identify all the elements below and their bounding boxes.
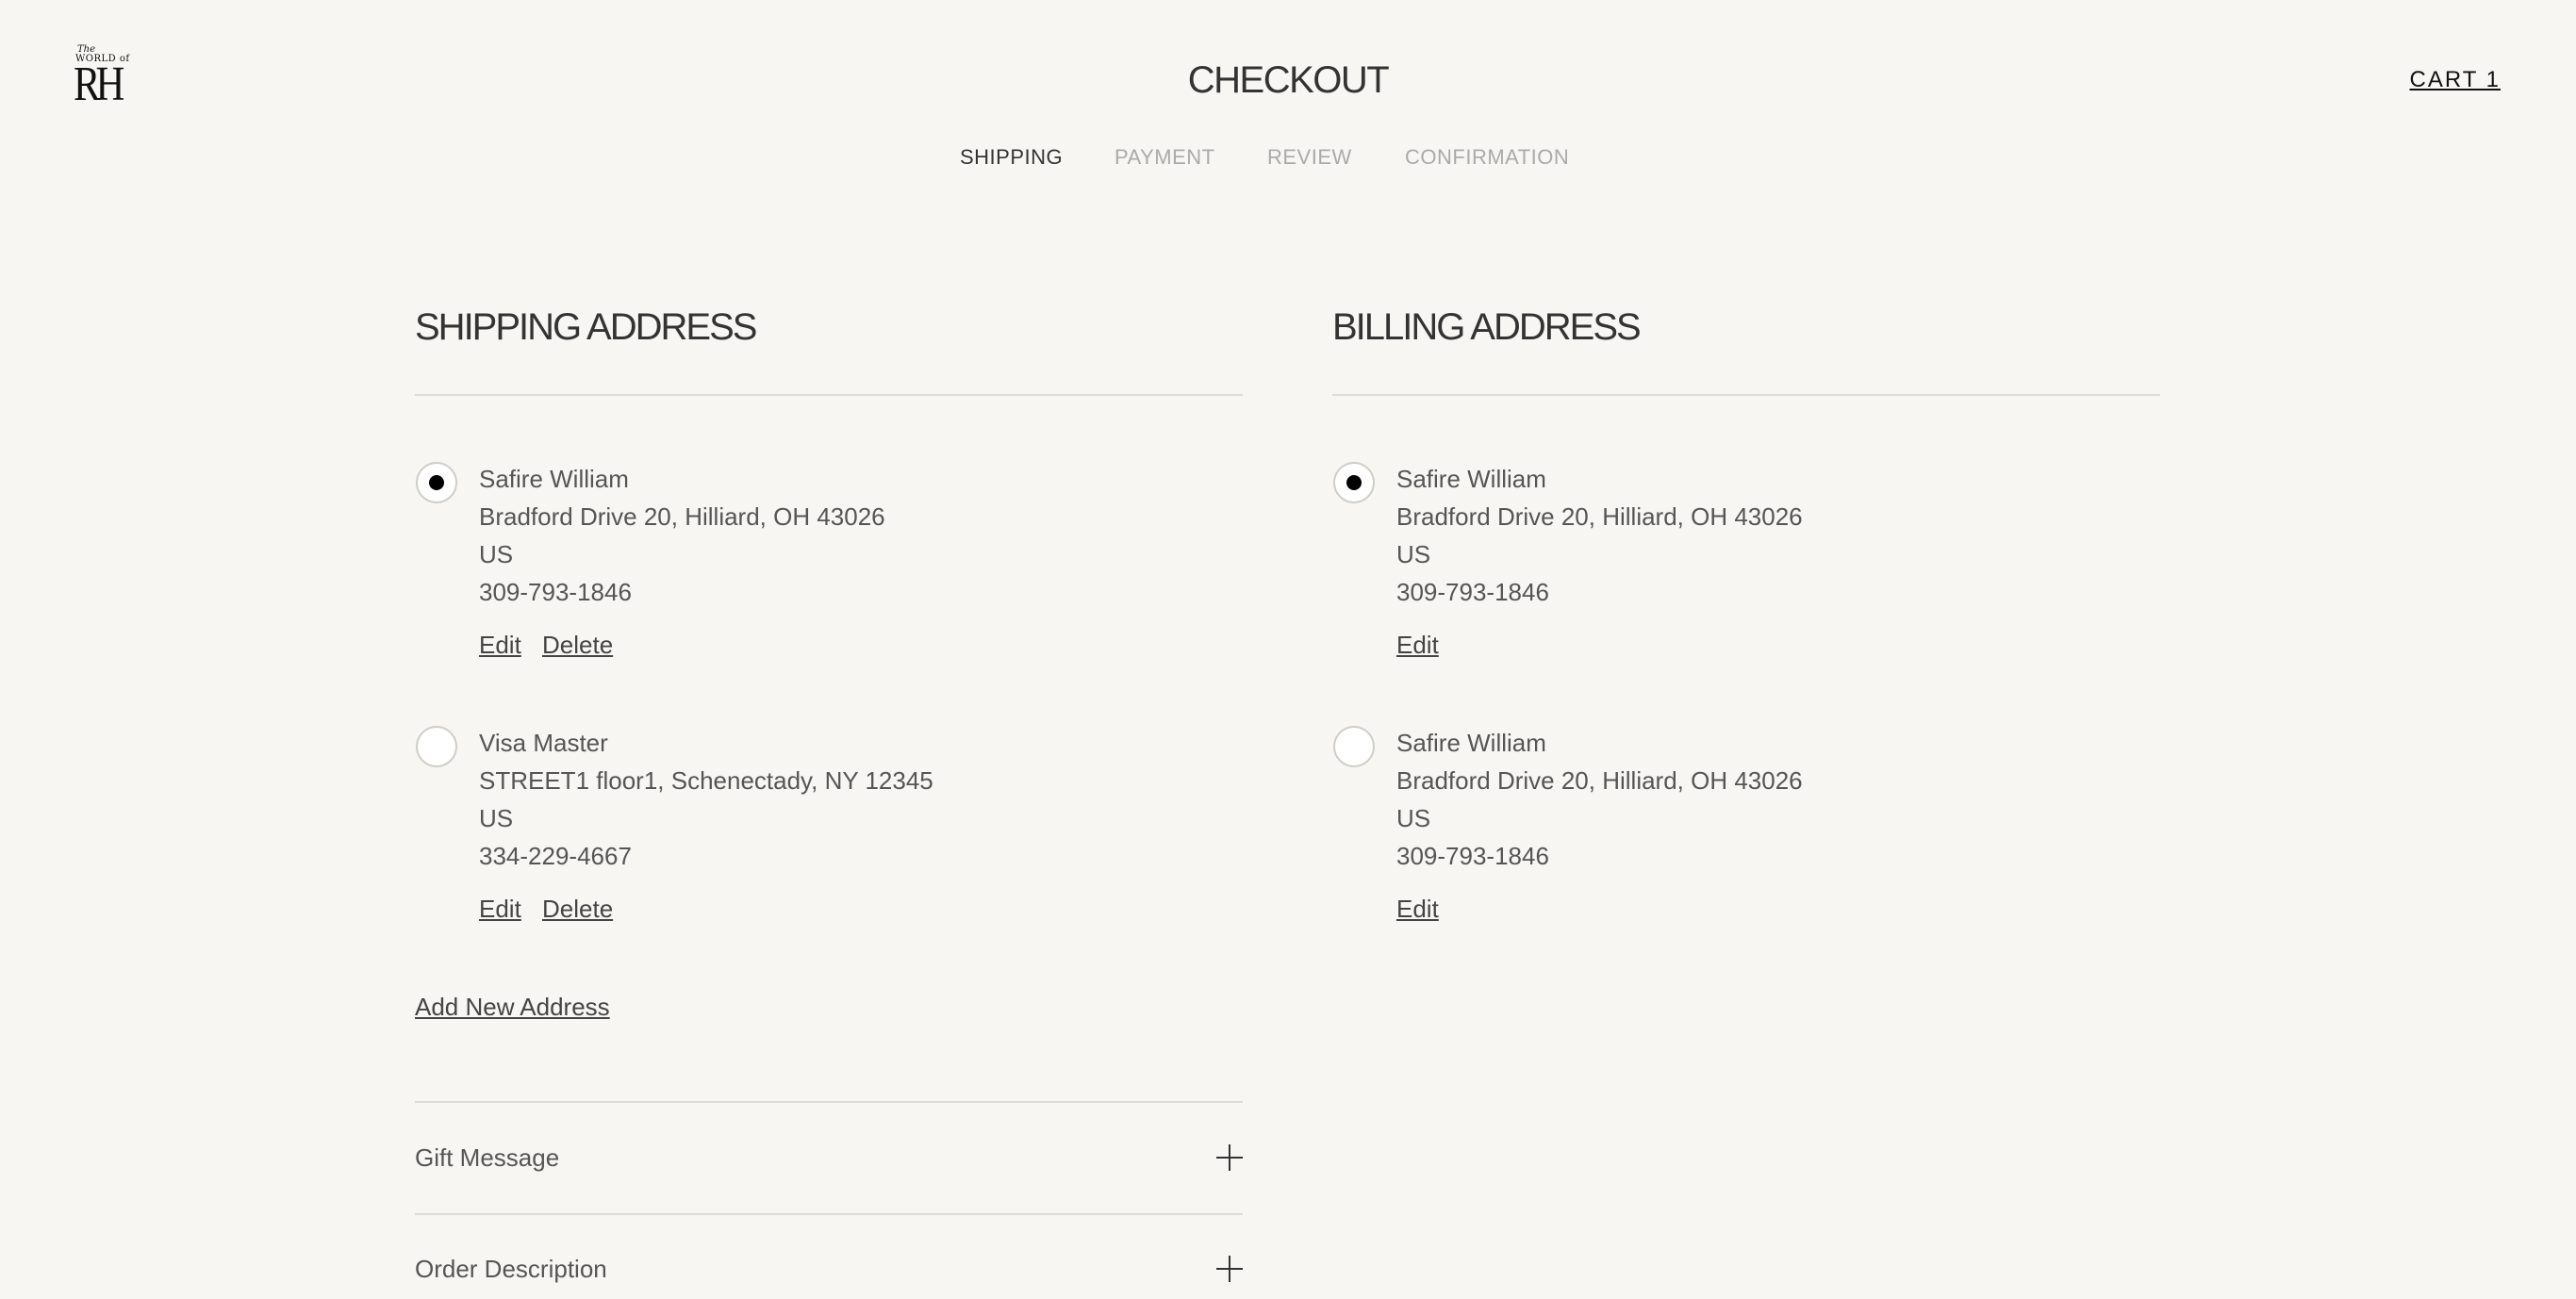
step-confirmation[interactable]: CONFIRMATION <box>1405 143 1569 172</box>
shipping-address-2-phone: 334-229-4667 <box>479 842 632 870</box>
radio-selected-dot <box>429 475 444 490</box>
shipping-address-1-radio[interactable] <box>416 462 457 503</box>
billing-address-2-street: Bradford Drive 20, Hilliard, OH 43026 <box>1396 766 1803 795</box>
order-description-label: Order Description <box>415 1255 607 1283</box>
step-payment[interactable]: PAYMENT <box>1115 143 1215 172</box>
shipping-address-title: SHIPPING ADDRESS <box>415 306 757 348</box>
billing-address-1-edit-link[interactable]: Edit <box>1396 628 1439 662</box>
billing-address-1-phone: 309-793-1846 <box>1396 578 1549 606</box>
shipping-address-1-country: US <box>479 540 514 568</box>
checkout-steps: SHIPPING PAYMENT REVIEW CONFIRMATION <box>0 143 2576 172</box>
step-review[interactable]: REVIEW <box>1267 143 1352 172</box>
gift-message-label: Gift Message <box>415 1143 560 1172</box>
plus-icon[interactable] <box>1216 1144 1243 1171</box>
page-title: CHECKOUT <box>1187 59 1390 101</box>
gift-message-top-divider <box>415 1101 1243 1103</box>
shipping-address-1-phone: 309-793-1846 <box>479 578 632 606</box>
add-new-address-link[interactable]: Add New Address <box>415 990 610 1024</box>
shipping-divider <box>415 394 1243 396</box>
billing-address-2-name: Safire William <box>1396 729 1546 757</box>
billing-address-2-radio[interactable] <box>1333 726 1375 767</box>
shipping-address-2-country: US <box>479 804 514 832</box>
billing-address-2-edit-link[interactable]: Edit <box>1396 892 1439 926</box>
shipping-address-1-edit-link[interactable]: Edit <box>479 628 521 662</box>
shipping-address-1-name: Safire William <box>479 465 629 493</box>
plus-icon[interactable] <box>1216 1256 1243 1282</box>
billing-divider <box>1332 394 2160 396</box>
billing-address-1-name: Safire William <box>1396 465 1546 493</box>
shipping-address-2-edit-link[interactable]: Edit <box>479 892 521 926</box>
order-description-top-divider <box>415 1213 1243 1215</box>
shipping-address-2-street: STREET1 floor1, Schenectady, NY 12345 <box>479 766 933 795</box>
shipping-address-1-delete-link[interactable]: Delete <box>542 628 613 662</box>
billing-address-title: BILLING ADDRESS <box>1332 306 1642 348</box>
cart-link[interactable]: CART 1 <box>2410 66 2501 94</box>
shipping-address-1-street: Bradford Drive 20, Hilliard, OH 43026 <box>479 502 885 531</box>
billing-address-1-country: US <box>1396 540 1431 568</box>
shipping-address-2-delete-link[interactable]: Delete <box>542 892 613 926</box>
billing-address-1-street: Bradford Drive 20, Hilliard, OH 43026 <box>1396 502 1803 531</box>
billing-address-2-phone: 309-793-1846 <box>1396 842 1549 870</box>
radio-selected-dot <box>1346 475 1362 490</box>
billing-address-1-radio[interactable] <box>1333 462 1375 503</box>
step-shipping[interactable]: SHIPPING <box>960 143 1063 172</box>
billing-address-2-country: US <box>1396 804 1431 832</box>
shipping-address-2-name: Visa Master <box>479 729 608 757</box>
shipping-address-2-radio[interactable] <box>416 726 457 767</box>
